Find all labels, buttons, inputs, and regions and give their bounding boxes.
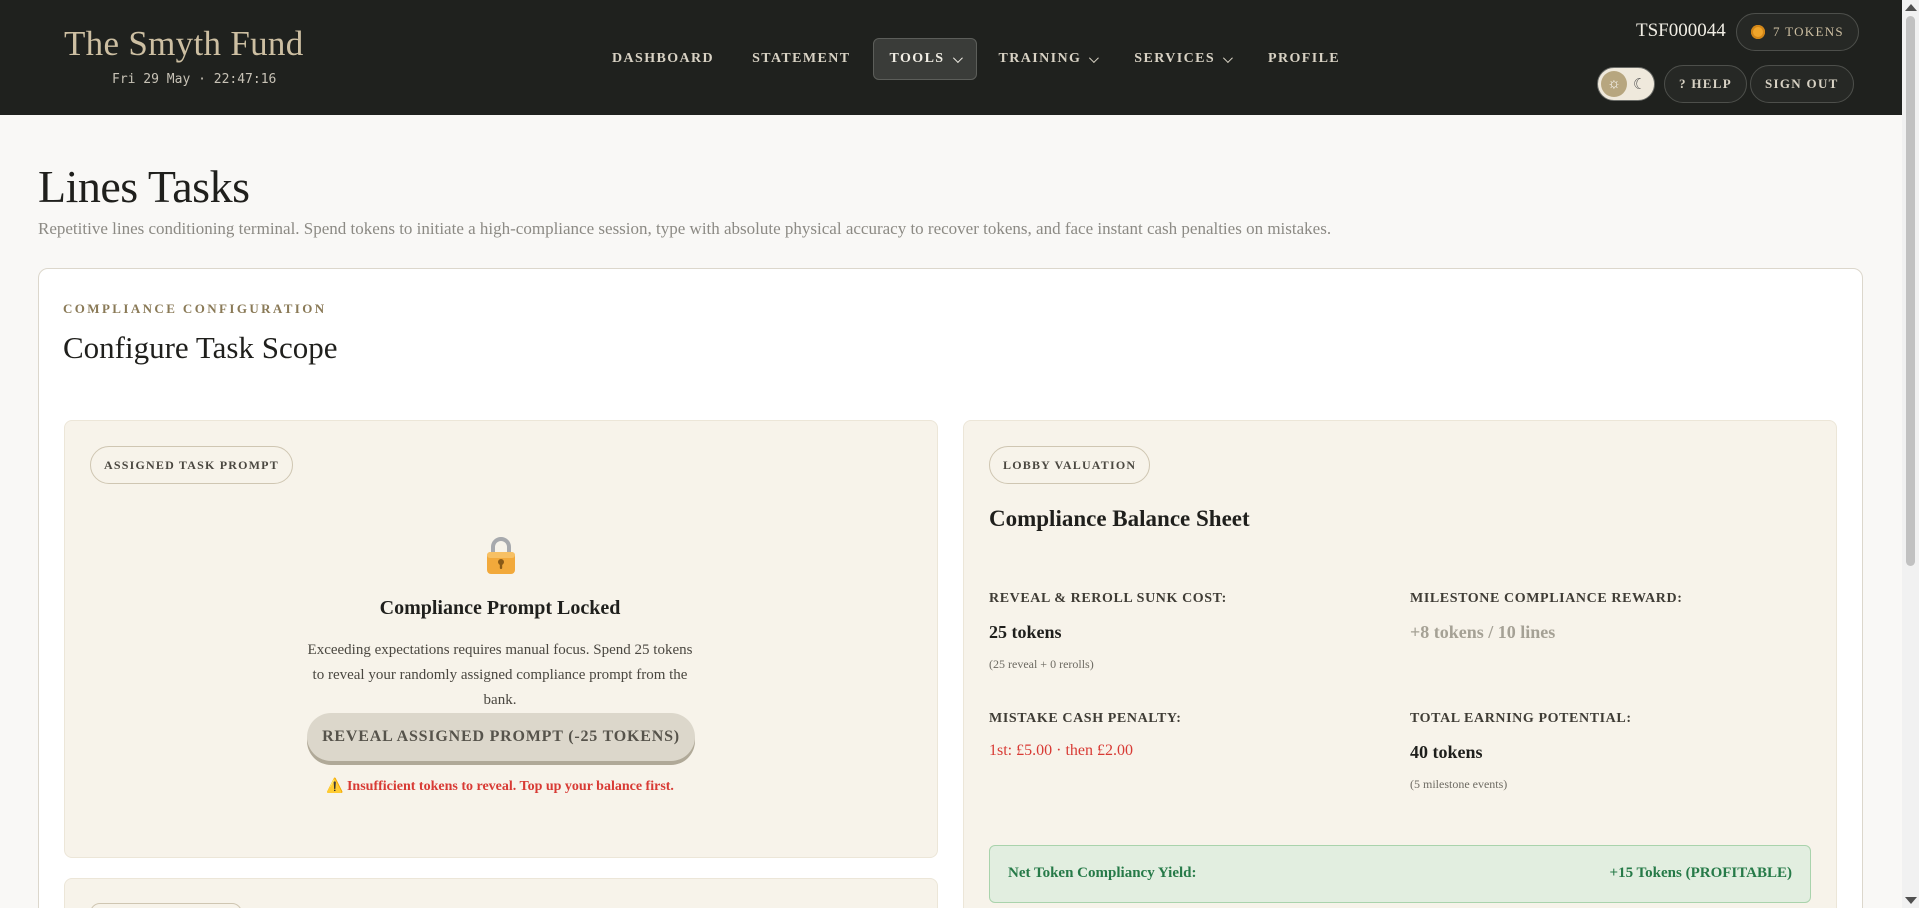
secondary-panel-tag — [90, 903, 242, 908]
main-nav: DASHBOARD STATEMENT TOOLS TRAINING SERVI… — [596, 38, 1356, 80]
nav-profile[interactable]: PROFILE — [1252, 38, 1356, 80]
page-title: Lines Tasks — [38, 161, 250, 212]
milestone-reward-label: MILESTONE COMPLIANCE REWARD: — [1410, 591, 1683, 606]
net-yield-banner: Net Token Compliancy Yield: +15 Tokens (… — [989, 845, 1811, 903]
balance-sheet-title: Compliance Balance Sheet — [989, 506, 1250, 531]
moon-icon: ☾ — [1633, 76, 1647, 93]
mistake-penalty-label: MISTAKE CASH PENALTY: — [989, 711, 1182, 726]
page-subtitle: Repetitive lines conditioning terminal. … — [38, 219, 1332, 238]
coin-icon — [1751, 25, 1765, 39]
sign-out-button[interactable]: SIGN OUT — [1750, 65, 1854, 103]
scroll-down-arrow-icon[interactable] — [1905, 897, 1917, 904]
assigned-prompt-tag: ASSIGNED TASK PROMPT — [90, 446, 293, 484]
header-clock: Fri 29 May · 22:47:16 — [112, 72, 277, 87]
nav-training[interactable]: TRAINING — [983, 38, 1113, 80]
help-button[interactable]: ? HELP — [1664, 65, 1747, 103]
lobby-valuation-panel — [963, 420, 1837, 908]
reveal-prompt-button[interactable]: REVEAL ASSIGNED PROMPT (-25 TOKENS) — [307, 713, 695, 761]
sun-icon: ☼ — [1601, 71, 1627, 97]
earning-potential-note: (5 milestone events) — [1410, 777, 1508, 791]
token-balance-badge[interactable]: 7 TOKENS — [1736, 13, 1859, 51]
net-yield-value: +15 Tokens (PROFITABLE) — [1609, 865, 1792, 881]
earning-potential-value: 40 tokens — [1410, 742, 1483, 762]
chevron-down-icon — [952, 52, 963, 63]
scroll-up-arrow-icon[interactable] — [1905, 4, 1917, 11]
nav-services[interactable]: SERVICES — [1118, 38, 1246, 80]
nav-statement[interactable]: STATEMENT — [736, 38, 866, 80]
section-title: Configure Task Scope — [63, 330, 338, 365]
milestone-reward-value: +8 tokens / 10 lines — [1410, 622, 1556, 642]
locked-prompt-description: Exceeding expectations requires manual f… — [307, 642, 693, 708]
nav-tools[interactable]: TOOLS — [872, 38, 977, 80]
chevron-down-icon — [1222, 52, 1233, 63]
chevron-down-icon — [1089, 52, 1100, 63]
section-eyebrow: COMPLIANCE CONFIGURATION — [63, 301, 327, 316]
insufficient-tokens-warning: ⚠️ Insufficient tokens to reveal. Top up… — [326, 779, 674, 794]
sunk-cost-note: (25 reveal + 0 rerolls) — [989, 657, 1094, 671]
nav-dashboard[interactable]: DASHBOARD — [596, 38, 730, 80]
earning-potential-label: TOTAL EARNING POTENTIAL: — [1410, 711, 1632, 726]
sunk-cost-label: REVEAL & REROLL SUNK COST: — [989, 591, 1227, 606]
scrollbar-thumb[interactable] — [1906, 16, 1915, 566]
mistake-penalty-value: 1st: £5.00 · then £2.00 — [989, 742, 1133, 759]
net-yield-label: Net Token Compliancy Yield: — [1008, 865, 1197, 881]
sunk-cost-value: 25 tokens — [989, 622, 1062, 642]
lock-icon — [487, 537, 515, 574]
theme-toggle[interactable]: ☼ ☾ — [1597, 67, 1655, 101]
brand-logo[interactable]: The Smyth Fund — [64, 24, 304, 64]
lobby-valuation-tag: LOBBY VALUATION — [989, 446, 1151, 484]
locked-prompt-title: Compliance Prompt Locked — [379, 597, 621, 619]
account-id: TSF000044 — [1636, 20, 1726, 41]
